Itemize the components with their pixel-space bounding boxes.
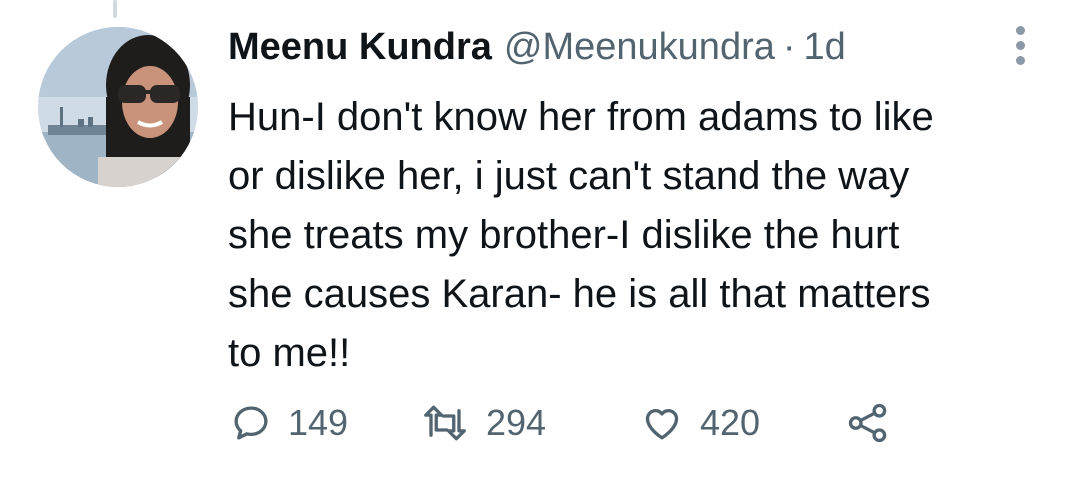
more-dot <box>1015 55 1025 65</box>
more-dot <box>1015 40 1025 50</box>
author-name[interactable]: Meenu Kundra <box>228 24 492 70</box>
reply-icon <box>234 406 268 440</box>
retweet-icon <box>424 405 466 441</box>
tweet-timestamp[interactable]: 1d <box>804 24 846 70</box>
thread-line <box>113 0 117 18</box>
reply-count: 149 <box>288 402 349 443</box>
like-button[interactable]: 420 <box>640 402 845 444</box>
tweet-text: Hun-I don't know her from adams to like … <box>228 95 934 375</box>
share-icon <box>848 403 887 443</box>
heart-icon <box>645 409 679 440</box>
share-button[interactable] <box>845 402 891 444</box>
tweet-content: Meenu Kundra @Meenukundra · 1d Hun-I don… <box>228 24 1048 383</box>
retweet-count: 294 <box>486 402 547 443</box>
avatar-image <box>38 27 198 187</box>
tweet-header: Meenu Kundra @Meenukundra · 1d <box>228 24 1048 70</box>
retweet-button[interactable]: 294 <box>420 402 640 444</box>
more-options-icon[interactable] <box>1005 22 1035 68</box>
like-count: 420 <box>700 402 761 443</box>
separator-dot: · <box>782 26 796 68</box>
reply-button[interactable]: 149 <box>230 402 420 444</box>
more-dot <box>1015 25 1025 35</box>
author-handle[interactable]: @Meenukundra <box>504 24 775 70</box>
tweet-actions: 149 294 420 <box>230 402 891 444</box>
avatar[interactable] <box>38 27 198 187</box>
